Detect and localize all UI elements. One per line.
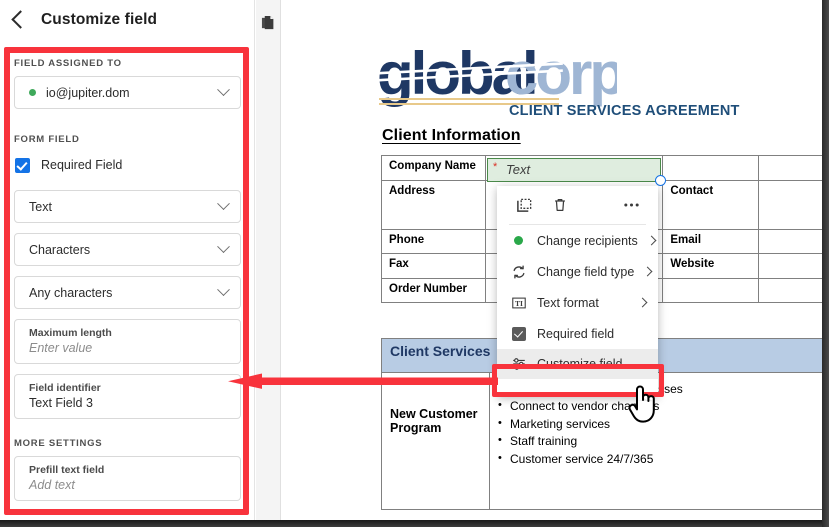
row-label: Address — [381, 179, 486, 230]
character-rule-value: Any characters — [29, 285, 113, 300]
menu-item-label: Required field — [537, 326, 615, 341]
validation-select[interactable]: Characters — [14, 233, 241, 266]
row-extra — [662, 277, 760, 303]
list-item: Connect to vendor channels — [496, 397, 829, 416]
required-field-label: Required Field — [41, 158, 123, 172]
sliders-icon — [510, 356, 527, 373]
menu-item-label: Text format — [537, 295, 599, 310]
chevron-left-icon[interactable] — [11, 10, 30, 29]
form-field-placeholder: Text — [506, 162, 531, 177]
panel-body: FIELD ASSIGNED TO io@jupiter.dom FORM FI… — [0, 42, 255, 520]
delete-icon[interactable] — [549, 194, 571, 216]
app-window: Customize field FIELD ASSIGNED TO io@jup… — [0, 0, 829, 527]
row-label: Order Number — [381, 277, 486, 303]
field-type-select[interactable]: Text — [14, 190, 241, 223]
field-context-menu[interactable]: Change recipients Change field type TI T… — [497, 186, 658, 396]
checkbox-checked-icon[interactable] — [510, 325, 527, 342]
row-right-value — [758, 277, 829, 303]
max-length-label: Maximum length — [29, 327, 112, 339]
document-tagline: CLIENT SERVICES AGREEMENT — [509, 103, 740, 119]
chevron-down-icon — [217, 197, 230, 211]
duplicate-icon[interactable] — [513, 194, 535, 216]
row-right-value[interactable] — [758, 228, 829, 254]
max-length-input[interactable]: Enter value — [29, 341, 226, 355]
pages-rail — [256, 0, 281, 520]
menu-item-text-format[interactable]: TI Text format — [497, 287, 658, 318]
window-right-edge — [822, 0, 829, 527]
row-label: Phone — [381, 228, 486, 254]
row-right-value — [758, 155, 829, 181]
recipient-color-dot — [29, 89, 36, 96]
menu-item-label: Change recipients — [537, 233, 638, 248]
field-identifier-field[interactable]: Field identifier Text Field 3 — [14, 374, 241, 419]
recipient-select[interactable]: io@jupiter.dom — [14, 76, 241, 109]
form-field-label: FORM FIELD — [14, 134, 80, 145]
row-right-label: Email — [662, 228, 760, 254]
context-menu-toolbar — [497, 186, 658, 224]
max-length-field[interactable]: Maximum length Enter value — [14, 319, 241, 364]
panel-title: Customize field — [41, 11, 158, 28]
menu-item-change-recipients[interactable]: Change recipients — [497, 225, 658, 256]
menu-item-label: Change field type — [537, 264, 635, 279]
required-field-row[interactable]: Required Field — [14, 152, 241, 178]
character-rule-select[interactable]: Any characters — [14, 276, 241, 309]
selected-text-form-field[interactable]: * Text — [487, 158, 661, 182]
resize-handle[interactable] — [655, 175, 666, 186]
menu-item-customize-field[interactable]: Customize field — [497, 349, 658, 379]
mouse-cursor-pointing-hand — [628, 385, 655, 423]
row-right-value[interactable] — [758, 179, 829, 230]
validation-value: Characters — [29, 242, 91, 257]
row-right-label: Contact — [662, 179, 760, 230]
prefill-input[interactable]: Add text — [29, 478, 226, 492]
required-marker: * — [493, 161, 498, 173]
menu-item-required-field[interactable]: Required field — [497, 318, 658, 349]
svg-text:TI: TI — [515, 298, 523, 307]
row-label: Company Name — [381, 155, 486, 181]
field-identifier-input[interactable]: Text Field 3 — [29, 396, 226, 410]
menu-item-label: Customize field — [537, 357, 623, 371]
customize-field-panel: Customize field FIELD ASSIGNED TO io@jup… — [0, 0, 255, 520]
field-assigned-to-label: FIELD ASSIGNED TO — [14, 58, 122, 69]
services-row-label: New Customer Program — [381, 371, 490, 511]
chevron-down-icon — [217, 83, 230, 97]
refresh-icon — [510, 263, 527, 280]
pages-icon[interactable] — [261, 15, 276, 31]
window-bottom-edge — [0, 520, 829, 527]
panel-header: Customize field — [0, 0, 254, 40]
prefill-text-field[interactable]: Prefill text field Add text — [14, 456, 241, 501]
chevron-right-icon — [646, 235, 657, 246]
list-item: Marketing services — [496, 415, 829, 434]
checkbox-checked-icon[interactable] — [15, 157, 30, 173]
recipient-value: io@jupiter.dom — [46, 85, 130, 100]
field-type-value: Text — [29, 199, 52, 214]
list-item: Staff training — [496, 432, 829, 451]
row-right-value[interactable] — [758, 253, 829, 279]
svg-text:corp: corp — [505, 42, 617, 107]
list-item: Customer service 24/7/365 — [496, 450, 829, 469]
text-format-icon: TI — [510, 294, 527, 311]
row-right-label: Website — [662, 253, 760, 279]
chevron-right-icon — [637, 297, 648, 308]
row-extra — [662, 155, 760, 181]
globalcorp-logo: global corp — [377, 42, 617, 107]
chevron-down-icon — [217, 240, 230, 254]
more-options-icon[interactable] — [620, 194, 642, 216]
field-identifier-label: Field identifier — [29, 382, 101, 394]
client-information-heading: Client Information — [382, 127, 521, 144]
chevron-down-icon — [217, 283, 230, 297]
more-settings-label: MORE SETTINGS — [14, 438, 103, 449]
menu-item-change-field-type[interactable]: Change field type — [497, 256, 658, 287]
row-label: Fax — [381, 253, 486, 279]
prefill-label: Prefill text field — [29, 464, 105, 476]
chevron-right-icon — [642, 266, 653, 277]
recipient-dot-icon — [510, 232, 527, 249]
